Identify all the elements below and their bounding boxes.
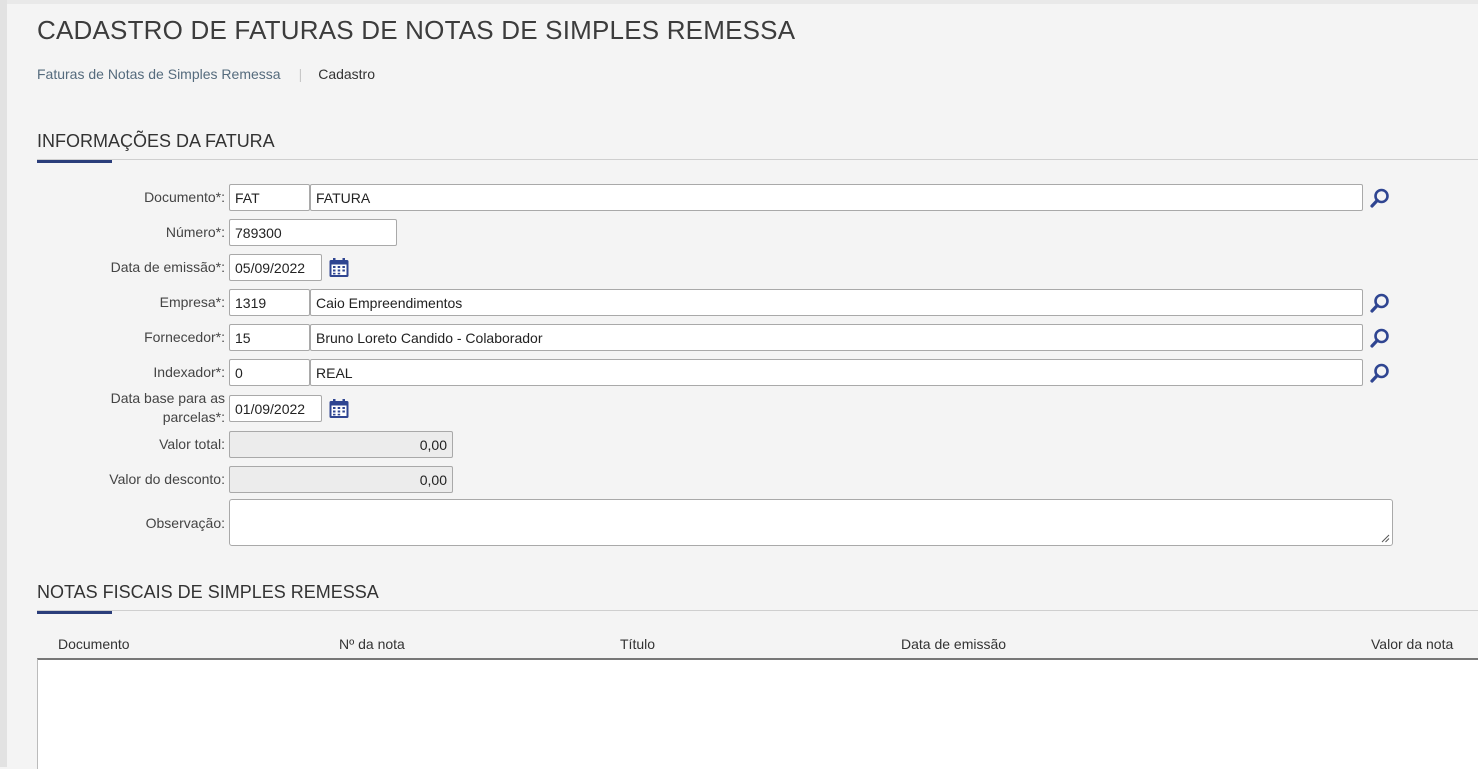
empresa-label: Empresa*: <box>159 294 225 310</box>
breadcrumb: Faturas de Notas de Simples Remessa | Cada… <box>37 66 375 82</box>
data-emissao-calendar-button[interactable] <box>325 254 352 281</box>
search-icon <box>1369 363 1389 383</box>
data-emissao-label: Data de emissão*: <box>110 259 225 275</box>
left-panel-edge <box>0 0 7 767</box>
valor-total-field <box>229 431 453 458</box>
breadcrumb-current: Cadastro <box>318 66 376 82</box>
search-icon <box>1369 293 1389 313</box>
breadcrumb-parent-link[interactable]: Faturas de Notas de Simples Remessa <box>37 66 281 82</box>
notes-grid-body <box>37 658 1478 769</box>
indexador-code-field[interactable] <box>229 359 310 386</box>
invoice-section-rule <box>37 159 1478 160</box>
page-title: CADASTRO DE FATURAS DE NOTAS DE SIMPLES … <box>37 15 796 45</box>
column-header-titulo[interactable]: Título <box>620 636 655 652</box>
column-header-valor-nota[interactable]: Valor da nota <box>1371 636 1453 652</box>
breadcrumb-separator: | <box>298 66 303 82</box>
calendar-icon <box>329 398 348 418</box>
data-base-parcelas-calendar-button[interactable] <box>325 395 352 422</box>
documento-search-button[interactable] <box>1366 184 1393 211</box>
column-header-documento[interactable]: Documento <box>58 636 130 652</box>
documento-label: Documento*: <box>144 189 225 205</box>
valor-desconto-label: Valor do desconto: <box>109 471 225 487</box>
valor-total-label: Valor total: <box>159 436 225 452</box>
invoice-section-title: INFORMAÇÕES DA FATURA <box>37 131 275 151</box>
search-icon <box>1369 188 1389 208</box>
data-emissao-field[interactable] <box>229 254 322 281</box>
indexador-description-field[interactable] <box>310 359 1363 386</box>
fornecedor-search-button[interactable] <box>1366 324 1393 351</box>
indexador-search-button[interactable] <box>1366 359 1393 386</box>
window-top-edge <box>0 0 1478 4</box>
calendar-icon <box>329 257 348 277</box>
empresa-search-button[interactable] <box>1366 289 1393 316</box>
empresa-description-field[interactable] <box>310 289 1363 316</box>
documento-description-field[interactable] <box>310 184 1363 211</box>
fornecedor-description-field[interactable] <box>310 324 1363 351</box>
search-icon <box>1369 328 1389 348</box>
empresa-code-field[interactable] <box>229 289 310 316</box>
invoice-section-accent <box>37 160 112 163</box>
notes-section-title: NOTAS FISCAIS DE SIMPLES REMESSA <box>37 582 379 602</box>
notes-section-rule <box>37 610 1478 611</box>
observacao-label: Observação: <box>145 515 225 531</box>
numero-label: Número*: <box>165 224 225 240</box>
notes-section-accent <box>37 611 112 614</box>
column-header-numero-nota[interactable]: Nº da nota <box>339 636 405 652</box>
numero-field[interactable] <box>229 219 397 246</box>
valor-desconto-field <box>229 466 453 493</box>
data-base-parcelas-label: Data base para as parcelas*: <box>110 390 225 425</box>
observacao-textarea[interactable] <box>229 499 1393 546</box>
column-header-data-emissao[interactable]: Data de emissão <box>901 636 1006 652</box>
documento-code-field[interactable] <box>229 184 310 211</box>
resize-grip-icon[interactable] <box>1380 533 1390 543</box>
fornecedor-label: Fornecedor*: <box>144 329 225 345</box>
data-base-parcelas-field[interactable] <box>229 395 322 422</box>
indexador-label: Indexador*: <box>153 364 225 380</box>
fornecedor-code-field[interactable] <box>229 324 310 351</box>
